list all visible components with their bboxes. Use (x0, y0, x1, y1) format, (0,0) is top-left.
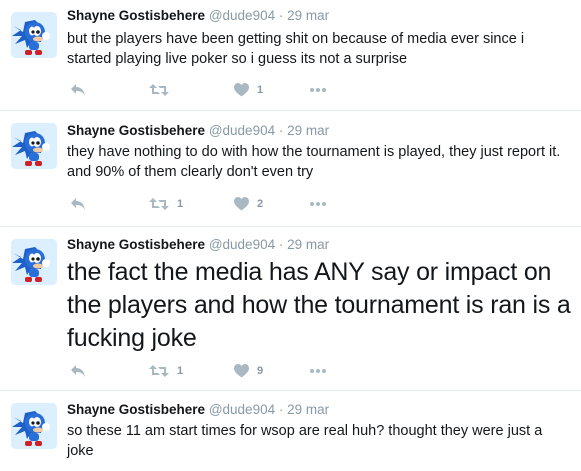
sonic-avatar-image (11, 123, 57, 169)
separator: · (278, 402, 284, 417)
tweet-text: but the players have been getting shit o… (67, 31, 525, 67)
timestamp[interactable]: 29 mar (287, 123, 329, 138)
separator: · (278, 123, 284, 138)
like-count: 2 (257, 198, 264, 210)
sonic-avatar-image (11, 403, 57, 449)
separator: · (278, 237, 284, 252)
timestamp[interactable]: 29 mar (287, 402, 329, 417)
sonic-avatar-image (11, 12, 57, 58)
avatar[interactable] (11, 12, 57, 58)
more-icon (310, 369, 326, 373)
heart-icon (234, 197, 249, 211)
more-button[interactable] (310, 80, 326, 100)
retweet-button[interactable] (149, 80, 177, 100)
tweet-actions: 1 (67, 80, 367, 100)
like-button[interactable]: 1 (234, 80, 263, 100)
retweet-button[interactable]: 1 (149, 361, 183, 381)
timestamp[interactable]: 29 mar (287, 237, 329, 252)
avatar[interactable] (11, 123, 57, 169)
tweet-header: Shayne Gostisbehere @dude904 · 29 mar (67, 237, 329, 252)
like-count: 9 (257, 365, 264, 377)
like-count: 1 (257, 84, 264, 96)
tweet-text: so these 11 am start times for wsop are … (67, 423, 543, 459)
display-name[interactable]: Shayne Gostisbehere (67, 123, 205, 138)
display-name[interactable]: Shayne Gostisbehere (67, 237, 205, 252)
display-name[interactable]: Shayne Gostisbehere (67, 402, 205, 417)
user-handle[interactable]: @dude904 (209, 123, 275, 138)
tweet-header: Shayne Gostisbehere @dude904 · 29 mar (67, 8, 329, 23)
retweet-button[interactable]: 1 (149, 194, 183, 214)
retweet-icon (149, 84, 169, 96)
avatar[interactable] (11, 403, 57, 449)
more-icon (310, 88, 326, 92)
reply-button[interactable] (70, 194, 86, 214)
user-handle[interactable]: @dude904 (209, 8, 275, 23)
separator: · (278, 8, 284, 23)
reply-button[interactable] (70, 361, 86, 381)
tweet-actions: 1 9 (67, 361, 367, 381)
user-handle[interactable]: @dude904 (209, 402, 275, 417)
tweet[interactable]: Shayne Gostisbehere @dude904 · 29 mar bu… (0, 0, 581, 111)
like-button[interactable]: 2 (234, 194, 263, 214)
heart-icon (234, 83, 249, 97)
tweet-text: the fact the media has ANY say or impact… (67, 258, 571, 352)
tweet-header: Shayne Gostisbehere @dude904 · 29 mar (67, 123, 329, 138)
reply-icon (71, 198, 85, 210)
display-name[interactable]: Shayne Gostisbehere (67, 8, 205, 23)
retweet-icon (149, 365, 169, 377)
avatar[interactable] (11, 239, 57, 285)
more-button[interactable] (310, 361, 326, 381)
reply-button[interactable] (70, 80, 86, 100)
tweet[interactable]: Shayne Gostisbehere @dude904 · 29 mar th… (0, 227, 581, 391)
tweet[interactable]: Shayne Gostisbehere @dude904 · 29 mar th… (0, 111, 581, 227)
sonic-avatar-image (11, 239, 57, 285)
tweet[interactable]: Shayne Gostisbehere @dude904 · 29 mar so… (0, 391, 581, 471)
more-button[interactable] (310, 194, 326, 214)
retweet-count: 1 (177, 365, 184, 377)
retweet-icon (149, 198, 169, 210)
tweet-header: Shayne Gostisbehere @dude904 · 29 mar (67, 402, 329, 417)
reply-icon (71, 84, 85, 96)
tweet-text: they have nothing to do with how the tou… (67, 144, 561, 180)
timestamp[interactable]: 29 mar (287, 8, 329, 23)
tweet-actions: 1 2 (67, 194, 367, 214)
reply-icon (71, 365, 85, 377)
user-handle[interactable]: @dude904 (209, 237, 275, 252)
like-button[interactable]: 9 (234, 361, 263, 381)
heart-icon (234, 364, 249, 378)
retweet-count: 1 (177, 198, 184, 210)
more-icon (310, 202, 326, 206)
